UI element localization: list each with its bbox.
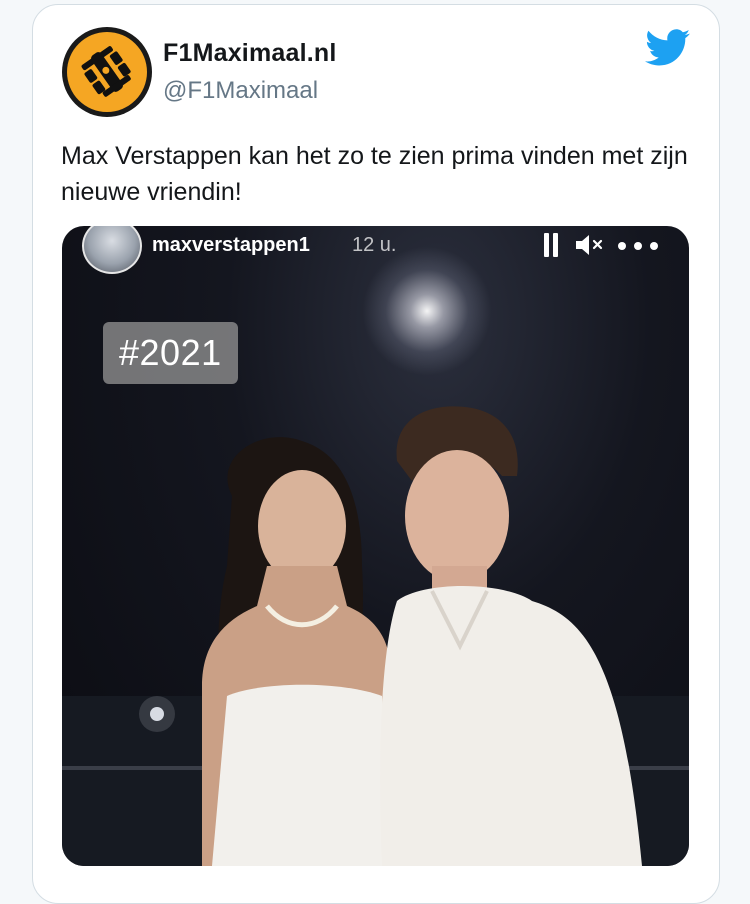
tweet-card: F1Maximaal.nl @F1Maximaal Max Verstappen… (32, 4, 720, 904)
hashtag-sticker: #2021 (103, 322, 238, 384)
story-timestamp: 12 u. (352, 234, 397, 256)
tweet-media[interactable]: maxverstappen1 12 u. #2021 (62, 226, 689, 866)
story-avatar[interactable] (82, 226, 142, 274)
user-handle[interactable]: @F1Maximaal (163, 77, 318, 105)
twitter-bird-icon[interactable] (645, 29, 691, 67)
mute-icon[interactable] (574, 233, 604, 257)
tweet-text: Max Verstappen kan het zo te zien prima … (61, 142, 688, 206)
pause-icon[interactable] (542, 233, 560, 257)
race-car-icon (67, 32, 147, 112)
story-username[interactable]: maxverstappen1 (152, 234, 310, 257)
story-header: maxverstappen1 12 u. (62, 226, 689, 274)
display-name[interactable]: F1Maximaal.nl (163, 39, 337, 68)
avatar[interactable] (62, 27, 152, 117)
more-icon[interactable] (618, 242, 658, 250)
